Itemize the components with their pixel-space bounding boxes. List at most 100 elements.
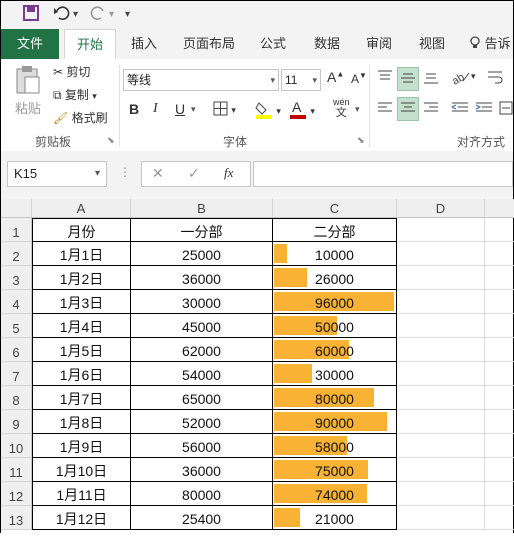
cell-c7[interactable]: 30000 (273, 362, 397, 386)
font-color-button[interactable]: A ▾ (289, 99, 315, 122)
cell-a4[interactable]: 1月3日 (32, 290, 131, 314)
row-header-2[interactable]: 2 (1, 242, 32, 266)
empty-cell[interactable] (397, 266, 485, 290)
fill-color-button[interactable]: ▾ (255, 99, 281, 122)
cell-a6[interactable]: 1月5日 (32, 338, 131, 362)
font-name-select[interactable]: 等线 ▾ (123, 69, 279, 91)
tab-insert[interactable]: 插入 (121, 29, 167, 59)
font-size-select[interactable]: 11 ▾ (281, 69, 321, 91)
column-header-a[interactable]: A (32, 199, 131, 218)
customize-icon[interactable]: ▾ (125, 9, 130, 20)
shrink-font-button[interactable]: A▼ (351, 71, 367, 86)
empty-cell[interactable] (485, 266, 514, 290)
redo-icon[interactable] (89, 5, 107, 25)
empty-cell[interactable] (485, 506, 514, 530)
tab-review[interactable]: 审阅 (359, 29, 399, 59)
empty-cell[interactable] (397, 386, 485, 410)
header-cell-b[interactable]: 一分部 (131, 218, 273, 242)
row-header-13[interactable]: 13 (1, 506, 32, 530)
empty-cell[interactable] (397, 242, 485, 266)
empty-cell[interactable] (397, 482, 485, 506)
cell-c13[interactable]: 21000 (273, 506, 397, 530)
cell-b7[interactable]: 54000 (131, 362, 273, 386)
cancel-icon[interactable]: ✕ (152, 165, 164, 182)
align-left-icon[interactable] (377, 101, 393, 118)
clipboard-launcher-icon[interactable]: ⬊ (107, 135, 115, 146)
save-icon[interactable] (23, 5, 39, 25)
cell-c6[interactable]: 60000 (273, 338, 397, 362)
cell-a7[interactable]: 1月6日 (32, 362, 131, 386)
empty-cell[interactable] (485, 290, 514, 314)
cell-c12[interactable]: 74000 (273, 482, 397, 506)
more-options-icon[interactable]: ⋮ (119, 165, 131, 179)
borders-button[interactable]: ▾ (213, 101, 236, 119)
cell-b6[interactable]: 62000 (131, 338, 273, 362)
cell-c3[interactable]: 26000 (273, 266, 397, 290)
cell-a8[interactable]: 1月7日 (32, 386, 131, 410)
bold-button[interactable]: B (129, 101, 139, 117)
cell-b5[interactable]: 45000 (131, 314, 273, 338)
row-header-6[interactable]: 6 (1, 338, 32, 362)
paste-button[interactable]: 粘贴 (9, 65, 47, 125)
insert-function-icon[interactable]: fx (224, 165, 233, 181)
wrap-text-icon[interactable] (487, 69, 503, 88)
align-bottom-icon[interactable] (423, 71, 439, 88)
chevron-down-icon[interactable]: ▾ (191, 104, 196, 115)
formula-input[interactable] (253, 161, 513, 187)
empty-cell[interactable] (397, 506, 485, 530)
undo-dropdown-icon[interactable]: ▾ (73, 9, 78, 20)
empty-cell[interactable] (485, 338, 514, 362)
row-header-11[interactable]: 11 (1, 458, 32, 482)
cell-a3[interactable]: 1月2日 (32, 266, 131, 290)
tab-tell-me[interactable]: 告诉 (469, 29, 513, 59)
cell-a5[interactable]: 1月4日 (32, 314, 131, 338)
cell-b13[interactable]: 25400 (131, 506, 273, 530)
cell-a9[interactable]: 1月8日 (32, 410, 131, 434)
cell-b3[interactable]: 36000 (131, 266, 273, 290)
row-header-1[interactable]: 1 (1, 218, 32, 242)
format-painter-button[interactable]: 🖌 格式刷 (53, 109, 108, 126)
chevron-down-icon[interactable]: ▾ (355, 104, 360, 115)
column-header-b[interactable]: B (131, 199, 273, 218)
align-top-icon[interactable] (377, 69, 393, 86)
empty-cell[interactable] (397, 218, 485, 242)
tab-home[interactable]: 开始 (64, 29, 116, 59)
column-header-d[interactable]: D (397, 199, 485, 218)
header-cell-a[interactable]: 月份 (32, 218, 131, 242)
cell-c11[interactable]: 75000 (273, 458, 397, 482)
orientation-icon[interactable]: ab (450, 69, 471, 88)
copy-button[interactable]: ⧉ 复制 ▾ (53, 86, 97, 103)
empty-cell[interactable] (485, 482, 514, 506)
align-right-icon[interactable] (423, 101, 439, 118)
cell-c10[interactable]: 58000 (273, 434, 397, 458)
row-header-4[interactable]: 4 (1, 290, 32, 314)
tab-file[interactable]: 文件 (1, 29, 59, 59)
cell-a11[interactable]: 1月10日 (32, 458, 131, 482)
cell-b9[interactable]: 52000 (131, 410, 273, 434)
tab-page-layout[interactable]: 页面布局 (177, 29, 241, 59)
column-header-e[interactable] (485, 199, 514, 218)
row-header-5[interactable]: 5 (1, 314, 32, 338)
empty-cell[interactable] (397, 338, 485, 362)
empty-cell[interactable] (485, 218, 514, 242)
cell-a13[interactable]: 1月12日 (32, 506, 131, 530)
cell-c4[interactable]: 96000 (273, 290, 397, 314)
redo-dropdown-icon[interactable]: ▾ (109, 9, 114, 20)
cell-a10[interactable]: 1月9日 (32, 434, 131, 458)
empty-cell[interactable] (485, 410, 514, 434)
empty-cell[interactable] (397, 290, 485, 314)
column-header-c[interactable]: C (273, 199, 397, 218)
underline-button[interactable]: U (175, 101, 185, 117)
cell-c9[interactable]: 90000 (273, 410, 397, 434)
cell-b4[interactable]: 30000 (131, 290, 273, 314)
cell-b12[interactable]: 80000 (131, 482, 273, 506)
cell-c8[interactable]: 80000 (273, 386, 397, 410)
cell-b11[interactable]: 36000 (131, 458, 273, 482)
empty-cell[interactable] (485, 458, 514, 482)
row-header-12[interactable]: 12 (1, 482, 32, 506)
empty-cell[interactable] (485, 362, 514, 386)
empty-cell[interactable] (397, 434, 485, 458)
cell-c5[interactable]: 50000 (273, 314, 397, 338)
italic-button[interactable]: I (153, 101, 158, 117)
cell-c2[interactable]: 10000 (273, 242, 397, 266)
